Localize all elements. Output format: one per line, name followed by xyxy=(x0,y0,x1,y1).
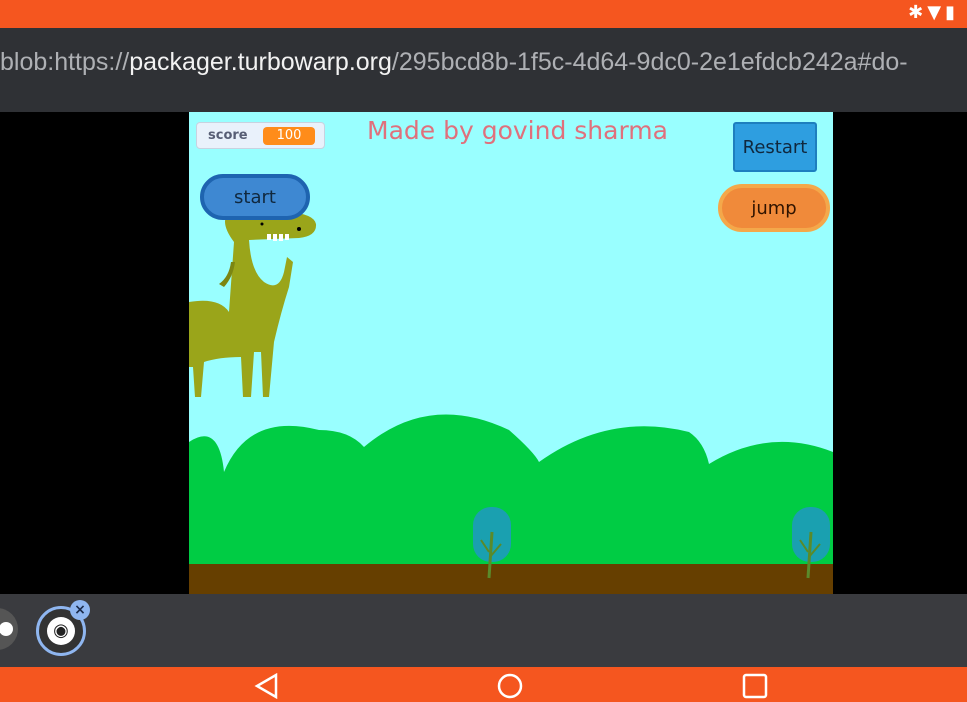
score-monitor: score 100 xyxy=(196,122,325,149)
signal-icon: ▮ xyxy=(945,2,959,23)
hills xyxy=(189,414,833,572)
start-button[interactable]: start xyxy=(200,174,310,220)
close-icon[interactable]: × xyxy=(70,600,90,620)
dinosaur xyxy=(189,209,317,397)
tab-bar: ◉ × xyxy=(0,594,967,667)
restart-button[interactable]: Restart xyxy=(733,122,817,172)
start-label: start xyxy=(234,186,276,208)
jump-label: jump xyxy=(751,197,797,219)
url-bar[interactable]: blob:https://packager.turbowarp.org/295b… xyxy=(0,28,967,112)
url-host: packager.turbowarp.org xyxy=(129,48,392,76)
game-stage[interactable]: score 100 Made by govind sharma start Re… xyxy=(189,112,833,594)
bluetooth-icon: ✱ xyxy=(908,2,928,23)
score-label: score xyxy=(208,128,248,143)
globe-icon: ◉ xyxy=(47,617,75,645)
page-viewport: score 100 Made by govind sharma start Re… xyxy=(0,112,967,594)
jump-button[interactable]: jump xyxy=(718,184,830,232)
score-value: 100 xyxy=(263,127,315,145)
back-icon[interactable] xyxy=(252,673,282,699)
restart-label: Restart xyxy=(742,136,808,158)
url-prefix: blob:https:// xyxy=(0,48,130,76)
navigation-bar xyxy=(0,667,967,702)
recents-icon[interactable] xyxy=(740,673,770,699)
url-text[interactable]: blob:https://packager.turbowarp.org/295b… xyxy=(0,48,967,77)
credit-text: Made by govind sharma xyxy=(367,116,668,145)
tab-icon[interactable] xyxy=(0,608,18,650)
status-icons: ✱▼▮ xyxy=(908,2,959,23)
url-path: /295bcd8b-1f5c-4d64-9dc0-2e1efdcb242a#do… xyxy=(391,48,908,76)
home-icon[interactable] xyxy=(495,673,525,699)
status-bar: ✱▼▮ xyxy=(0,0,967,28)
ground xyxy=(189,564,833,594)
wifi-icon: ▼ xyxy=(927,2,946,23)
